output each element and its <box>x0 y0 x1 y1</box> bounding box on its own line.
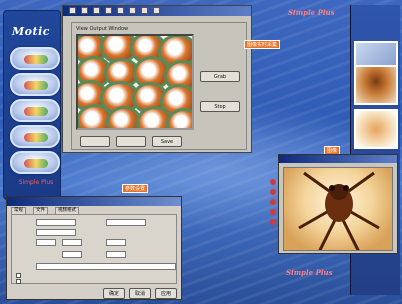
sidebar-button-1[interactable] <box>10 47 60 70</box>
toolbar-icon[interactable] <box>69 7 76 14</box>
microscope-icon <box>24 55 48 64</box>
specimen-image <box>283 167 393 251</box>
toolbar-icon[interactable] <box>105 7 112 14</box>
setting-field-3[interactable] <box>36 229 76 236</box>
cancel-button[interactable]: 取消 <box>129 288 151 299</box>
save-button[interactable]: Save <box>152 136 182 147</box>
sidebar-button-3[interactable] <box>10 99 60 122</box>
capture-window: View Output Window Grab Stop Save <box>62 5 252 153</box>
settings-dialog-titlebar[interactable] <box>7 197 181 206</box>
checkbox-2[interactable] <box>16 279 21 284</box>
capture-icon <box>24 81 48 90</box>
bullet-icon <box>270 179 276 185</box>
bullet-icon <box>270 219 276 225</box>
setting-field-5[interactable] <box>62 239 82 246</box>
output-group-label: View Output Window <box>76 26 129 32</box>
toolbar-icon[interactable] <box>129 7 136 14</box>
capture-window-titlebar[interactable] <box>63 6 251 16</box>
sidebar-button-2[interactable] <box>10 73 60 96</box>
setting-field-8[interactable] <box>106 251 126 258</box>
menu-item-3[interactable] <box>214 198 276 206</box>
setting-field-2[interactable] <box>106 219 146 226</box>
app-logo: Motic <box>12 25 50 38</box>
option-button-2[interactable] <box>116 136 146 147</box>
setting-dropdown[interactable] <box>36 263 176 270</box>
settings-icon <box>24 159 48 168</box>
ok-button[interactable]: 确定 <box>103 288 125 299</box>
toolbar-icon[interactable] <box>141 7 148 14</box>
setting-field-7[interactable] <box>62 251 82 258</box>
measure-icon <box>24 133 48 142</box>
tab-general[interactable]: 常规 <box>11 207 26 214</box>
sidebar-button-4[interactable] <box>10 125 60 148</box>
thumbnail-3[interactable] <box>354 109 398 149</box>
setting-field-1[interactable] <box>36 219 76 226</box>
bullet-icon <box>270 209 276 215</box>
live-microscope-view <box>76 34 194 130</box>
menu-item-2[interactable] <box>214 188 276 196</box>
apply-button[interactable]: 应用 <box>155 288 177 299</box>
bullet-icon <box>270 199 276 205</box>
output-group: View Output Window Grab Stop Save <box>71 22 247 150</box>
tab-file[interactable]: 文件 <box>33 207 48 214</box>
sidebar-button-5[interactable] <box>10 151 60 174</box>
checkbox-1[interactable] <box>16 273 21 278</box>
settings-panel <box>11 214 177 284</box>
sidebar-caption: Simple Plus <box>18 179 54 186</box>
image-icon <box>24 107 48 116</box>
toolbar-icon[interactable] <box>117 7 124 14</box>
settings-dialog: 常规 文件 视频格式 确定 取消 应用 <box>6 196 182 300</box>
image-window <box>278 154 398 254</box>
bullet-icon <box>270 189 276 195</box>
menu-item-5[interactable] <box>214 218 276 226</box>
toolbar-icon[interactable] <box>153 7 160 14</box>
header-brand-caption: Simple Plus <box>288 8 335 17</box>
setting-field-4[interactable] <box>36 239 56 246</box>
tab-video-format[interactable]: 视频格式 <box>55 207 79 214</box>
setting-field-6[interactable] <box>106 239 126 246</box>
option-button-1[interactable] <box>80 136 110 147</box>
menu-item-4[interactable] <box>214 208 276 216</box>
image-window-titlebar[interactable] <box>279 155 397 163</box>
callout-live-capture: 图像实时采集 <box>244 40 281 49</box>
callout-settings: 参数设置 <box>122 184 149 193</box>
thumbnail-2[interactable] <box>354 65 398 105</box>
app-sidebar: Motic Simple Plus <box>3 10 61 200</box>
footer-brand-caption: Simple Plus <box>286 268 333 277</box>
menu-item-1[interactable] <box>214 178 276 186</box>
toolbar-icon[interactable] <box>81 7 88 14</box>
grab-button[interactable]: Grab <box>200 71 240 82</box>
toolbar-icon[interactable] <box>93 7 100 14</box>
stop-button[interactable]: Stop <box>200 101 240 112</box>
